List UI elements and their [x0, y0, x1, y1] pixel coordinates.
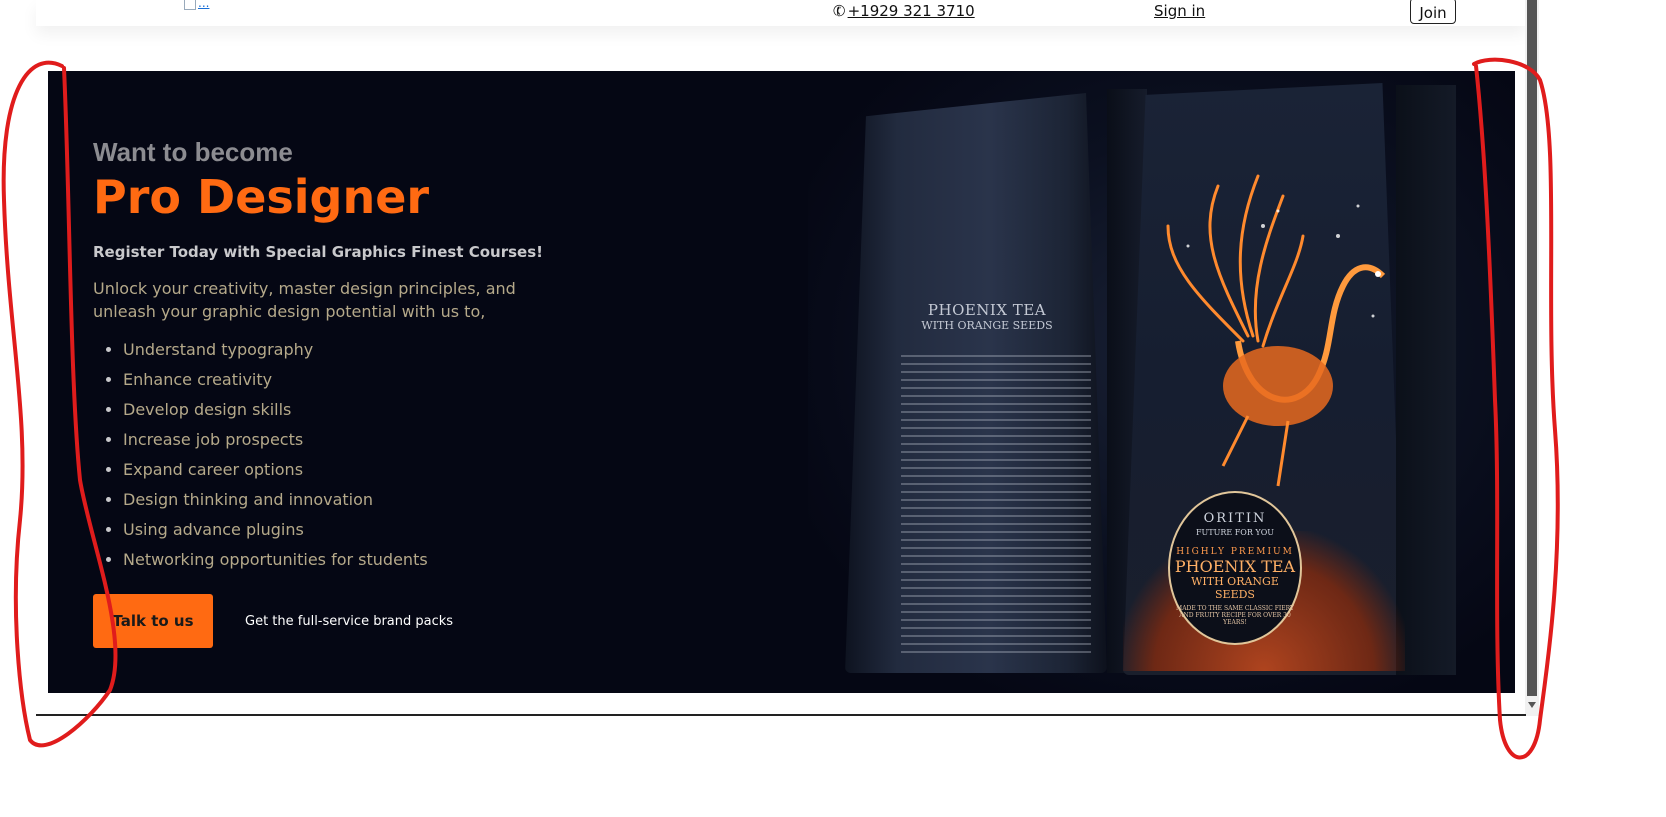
back-bag-title: PHOENIX TEA — [927, 301, 1047, 319]
logo-alt-text: ... — [198, 0, 210, 10]
feature-item: Networking opportunities for students — [123, 545, 613, 575]
logo-image-broken[interactable]: ... — [184, 0, 214, 10]
feature-item: Using advance plugins — [123, 515, 613, 545]
feature-item: Design thinking and innovation — [123, 485, 613, 515]
feature-item: Develop design skills — [123, 395, 613, 425]
broken-image-icon — [184, 0, 196, 10]
feature-item: Expand career options — [123, 455, 613, 485]
page-bottom-divider — [36, 714, 1526, 716]
product-badge: ORITIN FUTURE FOR YOU HIGHLY PREMIUM PHO… — [1168, 491, 1302, 645]
hero-description: Unlock your creativity, master design pr… — [93, 278, 516, 321]
join-button[interactable]: Join — [1410, 0, 1456, 24]
badge-product-name: PHOENIX TEA — [1174, 557, 1296, 576]
feature-item: Understand typography — [123, 335, 613, 365]
hero-subhead: Register Today with Special Graphics Fin… — [93, 242, 543, 261]
top-navbar: ... ✆+1929 321 3710 Sign in Join — [36, 0, 1526, 26]
badge-footnote: MADE TO THE SAME CLASSIC FIERY AND FRUIT… — [1176, 605, 1294, 626]
scroll-down-arrow-icon[interactable] — [1528, 702, 1536, 708]
hero-copy: Want to become Pro Designer Register Tod… — [93, 137, 613, 575]
hero-banner: PHOENIX TEA WITH ORANGE SEEDS ORITIN FUT… — [48, 71, 1515, 693]
badge-seeds: WITH ORANGE SEEDS — [1191, 575, 1279, 601]
cta-row: Talk to us Get the full-service brand pa… — [93, 594, 453, 648]
back-bag-subtitle: WITH ORANGE SEEDS — [921, 319, 1053, 332]
feature-item: Enhance creativity — [123, 365, 613, 395]
badge-premium: HIGHLY PREMIUM — [1176, 547, 1294, 557]
vertical-scrollbar[interactable] — [1525, 0, 1539, 716]
phone-icon: ✆ — [830, 0, 849, 22]
phone-link[interactable]: ✆+1929 321 3710 — [830, 0, 975, 22]
scrollbar-thumb[interactable] — [1527, 0, 1537, 696]
tea-bag-back: PHOENIX TEA WITH ORANGE SEEDS — [845, 93, 1107, 673]
back-bag-ingredients-text — [901, 355, 1091, 655]
cta-note: Get the full-service brand packs — [245, 613, 454, 629]
badge-brand: ORITIN — [1203, 511, 1267, 526]
badge-tagline: FUTURE FOR YOU — [1195, 528, 1275, 537]
feature-item: Increase job prospects — [123, 425, 613, 455]
feature-list: Understand typography Enhance creativity… — [93, 335, 613, 575]
talk-to-us-button[interactable]: Talk to us — [93, 594, 213, 648]
sign-in-link[interactable]: Sign in — [1154, 2, 1205, 20]
hero-headline: Pro Designer — [93, 170, 430, 224]
hero-kicker: Want to become — [93, 137, 293, 167]
phone-number: +1929 321 3710 — [847, 2, 975, 20]
